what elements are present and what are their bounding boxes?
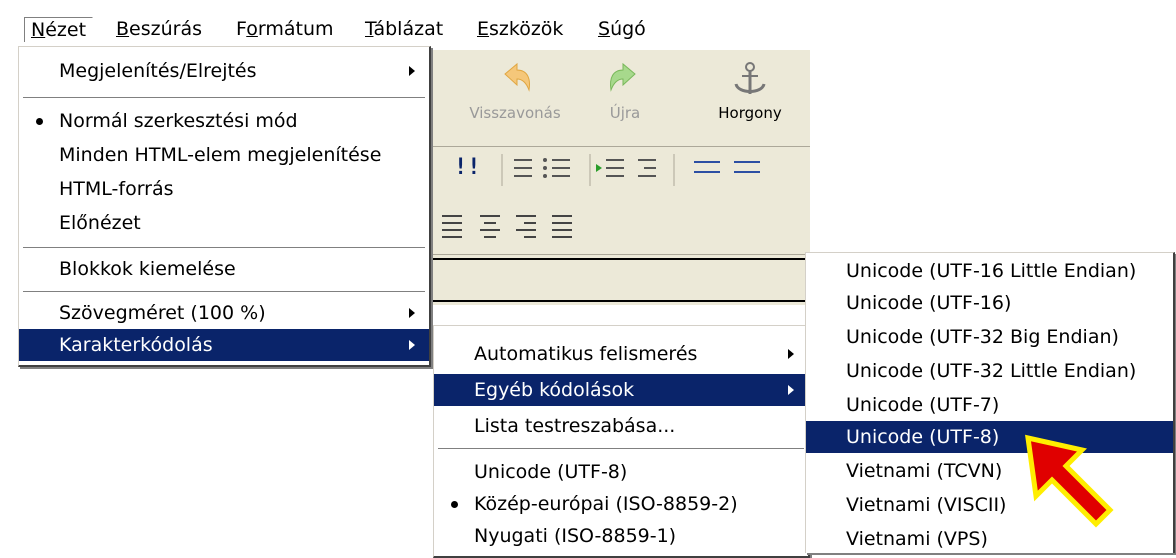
menu-tools[interactable]: Eszközök: [471, 17, 569, 41]
menu-item-label: Unicode (UTF-7): [846, 394, 1000, 416]
field-border-bottom: [430, 300, 810, 302]
menu-item-utf16-le[interactable]: Unicode (UTF-16 Little Endian): [806, 255, 1173, 287]
menu-item-label: Előnézet: [59, 212, 141, 234]
menu-item-normal-edit-mode[interactable]: Normál szerkesztési mód: [19, 105, 429, 137]
menu-table[interactable]: Táblázat: [359, 17, 449, 41]
menu-separator: [23, 247, 425, 249]
menu-item-utf7[interactable]: Unicode (UTF-7): [806, 389, 1173, 421]
menu-separator: [23, 291, 425, 293]
menu-item-label: Nyugati (ISO-8859-1): [474, 525, 677, 547]
menu-view-label: Nézet: [31, 19, 87, 41]
menu-view[interactable]: Nézet: [24, 17, 94, 42]
radio-dot-icon: [36, 118, 43, 125]
menu-help[interactable]: Súgó: [592, 17, 652, 41]
menu-item-html-source[interactable]: HTML-forrás: [19, 173, 429, 205]
anchor-label: Horgony: [718, 104, 782, 122]
submenu-arrow-icon: [409, 340, 415, 350]
menu-item-label: Unicode (UTF-8): [846, 426, 1000, 448]
menu-item-label: Unicode (UTF-8): [474, 461, 628, 483]
menu-item-utf32-le[interactable]: Unicode (UTF-32 Little Endian): [806, 355, 1173, 387]
menu-tools-label: Eszközök: [477, 18, 564, 40]
view-menu: Megjelenítés/Elrejtés Normál szerkesztés…: [18, 46, 431, 367]
menu-item-encoding-iso-8859-2[interactable]: Közép-európai (ISO-8859-2): [434, 488, 808, 520]
menu-item-preview[interactable]: Előnézet: [19, 207, 429, 239]
submenu-arrow-icon: [788, 385, 794, 395]
menu-item-label: Közép-európai (ISO-8859-2): [474, 493, 738, 515]
toolbar-divider-2: [430, 254, 810, 255]
menu-item-label: Megjelenítés/Elrejtés: [59, 60, 257, 82]
menu-table-label: Táblázat: [365, 18, 444, 40]
redo-button[interactable]: Újra: [595, 60, 655, 122]
menu-item-label: Normál szerkesztési mód: [59, 110, 298, 132]
undo-icon: [504, 62, 530, 92]
menu-insert[interactable]: Beszúrás: [110, 17, 208, 41]
menu-item-label: Egyéb kódolások: [474, 379, 635, 401]
menu-item-label: Vietnami (VPS): [846, 528, 988, 550]
list-icons[interactable]: [500, 154, 580, 190]
emphasis-icon[interactable]: !!: [454, 155, 481, 180]
window-edge: [0, 50, 18, 370]
menu-item-label: Lista testreszabása...: [474, 415, 676, 437]
menu-item-label: Unicode (UTF-32 Big Endian): [846, 326, 1119, 348]
menu-item-customize-list[interactable]: Lista testreszabása...: [434, 410, 808, 442]
menu-item-label: Minden HTML-elem megjelenítése: [59, 144, 382, 166]
submenu-arrow-icon: [409, 66, 415, 76]
menu-separator: [23, 97, 425, 99]
menu-item-auto-detect[interactable]: Automatikus felismerés: [434, 338, 808, 370]
menu-item-label: Karakterkódolás: [59, 334, 213, 356]
menu-item-encoding-iso-8859-1[interactable]: Nyugati (ISO-8859-1): [434, 520, 808, 552]
undo-button[interactable]: Visszavonás: [455, 60, 575, 122]
menu-item-show-all-tags[interactable]: Minden HTML-elem megjelenítése: [19, 139, 429, 171]
menu-item-text-size[interactable]: Szövegméret (100 %): [19, 297, 429, 329]
indent-icons[interactable]: [588, 154, 680, 190]
menu-item-character-encoding[interactable]: Karakterkódolás: [19, 329, 429, 361]
anchor-button[interactable]: Horgony: [700, 60, 800, 122]
align-icons[interactable]: [440, 212, 580, 242]
menu-item-label: Unicode (UTF-32 Little Endian): [846, 360, 1137, 382]
menu-item-label: Vietnami (VISCII): [846, 494, 1007, 516]
menu-item-label: Automatikus felismerés: [474, 343, 698, 365]
menu-help-label: Súgó: [598, 18, 646, 40]
submenu-arrow-icon: [409, 308, 415, 318]
undo-label: Visszavonás: [469, 104, 561, 122]
menu-item-label: Blokkok kiemelése: [59, 258, 236, 280]
menu-item-other-encodings[interactable]: Egyéb kódolások: [434, 374, 808, 406]
menu-item-label: Unicode (UTF-16): [846, 292, 1012, 314]
toolbar-divider: [430, 146, 810, 147]
redo-icon: [610, 62, 636, 92]
menu-item-label: Vietnami (TCVN): [846, 460, 1003, 482]
menu-item-utf32-be[interactable]: Unicode (UTF-32 Big Endian): [806, 321, 1173, 353]
pointer-arrow-icon: [1025, 434, 1114, 528]
menu-item-show-hide[interactable]: Megjelenítés/Elrejtés: [19, 55, 429, 87]
encoding-menu: Automatikus felismerés Egyéb kódolások L…: [433, 325, 810, 558]
menu-item-label: Szövegméret (100 %): [59, 302, 266, 324]
radio-dot-icon: [451, 501, 458, 508]
menu-bar: Nézet Beszúrás Formátum Táblázat Eszközö…: [0, 0, 900, 46]
menu-format[interactable]: Formátum: [230, 17, 340, 41]
menu-item-highlight-blocks[interactable]: Blokkok kiemelése: [19, 253, 429, 285]
menu-item-encoding-utf8[interactable]: Unicode (UTF-8): [434, 456, 808, 488]
menu-format-label: Formátum: [236, 18, 334, 40]
anchor-icon: [734, 62, 766, 94]
menu-item-label: Unicode (UTF-16 Little Endian): [846, 260, 1137, 282]
rule-icons[interactable]: [690, 154, 770, 190]
submenu-arrow-icon: [788, 349, 794, 359]
redo-label: Újra: [609, 104, 641, 122]
menu-insert-label: Beszúrás: [116, 18, 203, 40]
field-border-top: [430, 258, 810, 260]
menu-item-label: HTML-forrás: [59, 178, 174, 200]
menu-item-utf16[interactable]: Unicode (UTF-16): [806, 287, 1173, 319]
menu-separator: [438, 448, 804, 450]
